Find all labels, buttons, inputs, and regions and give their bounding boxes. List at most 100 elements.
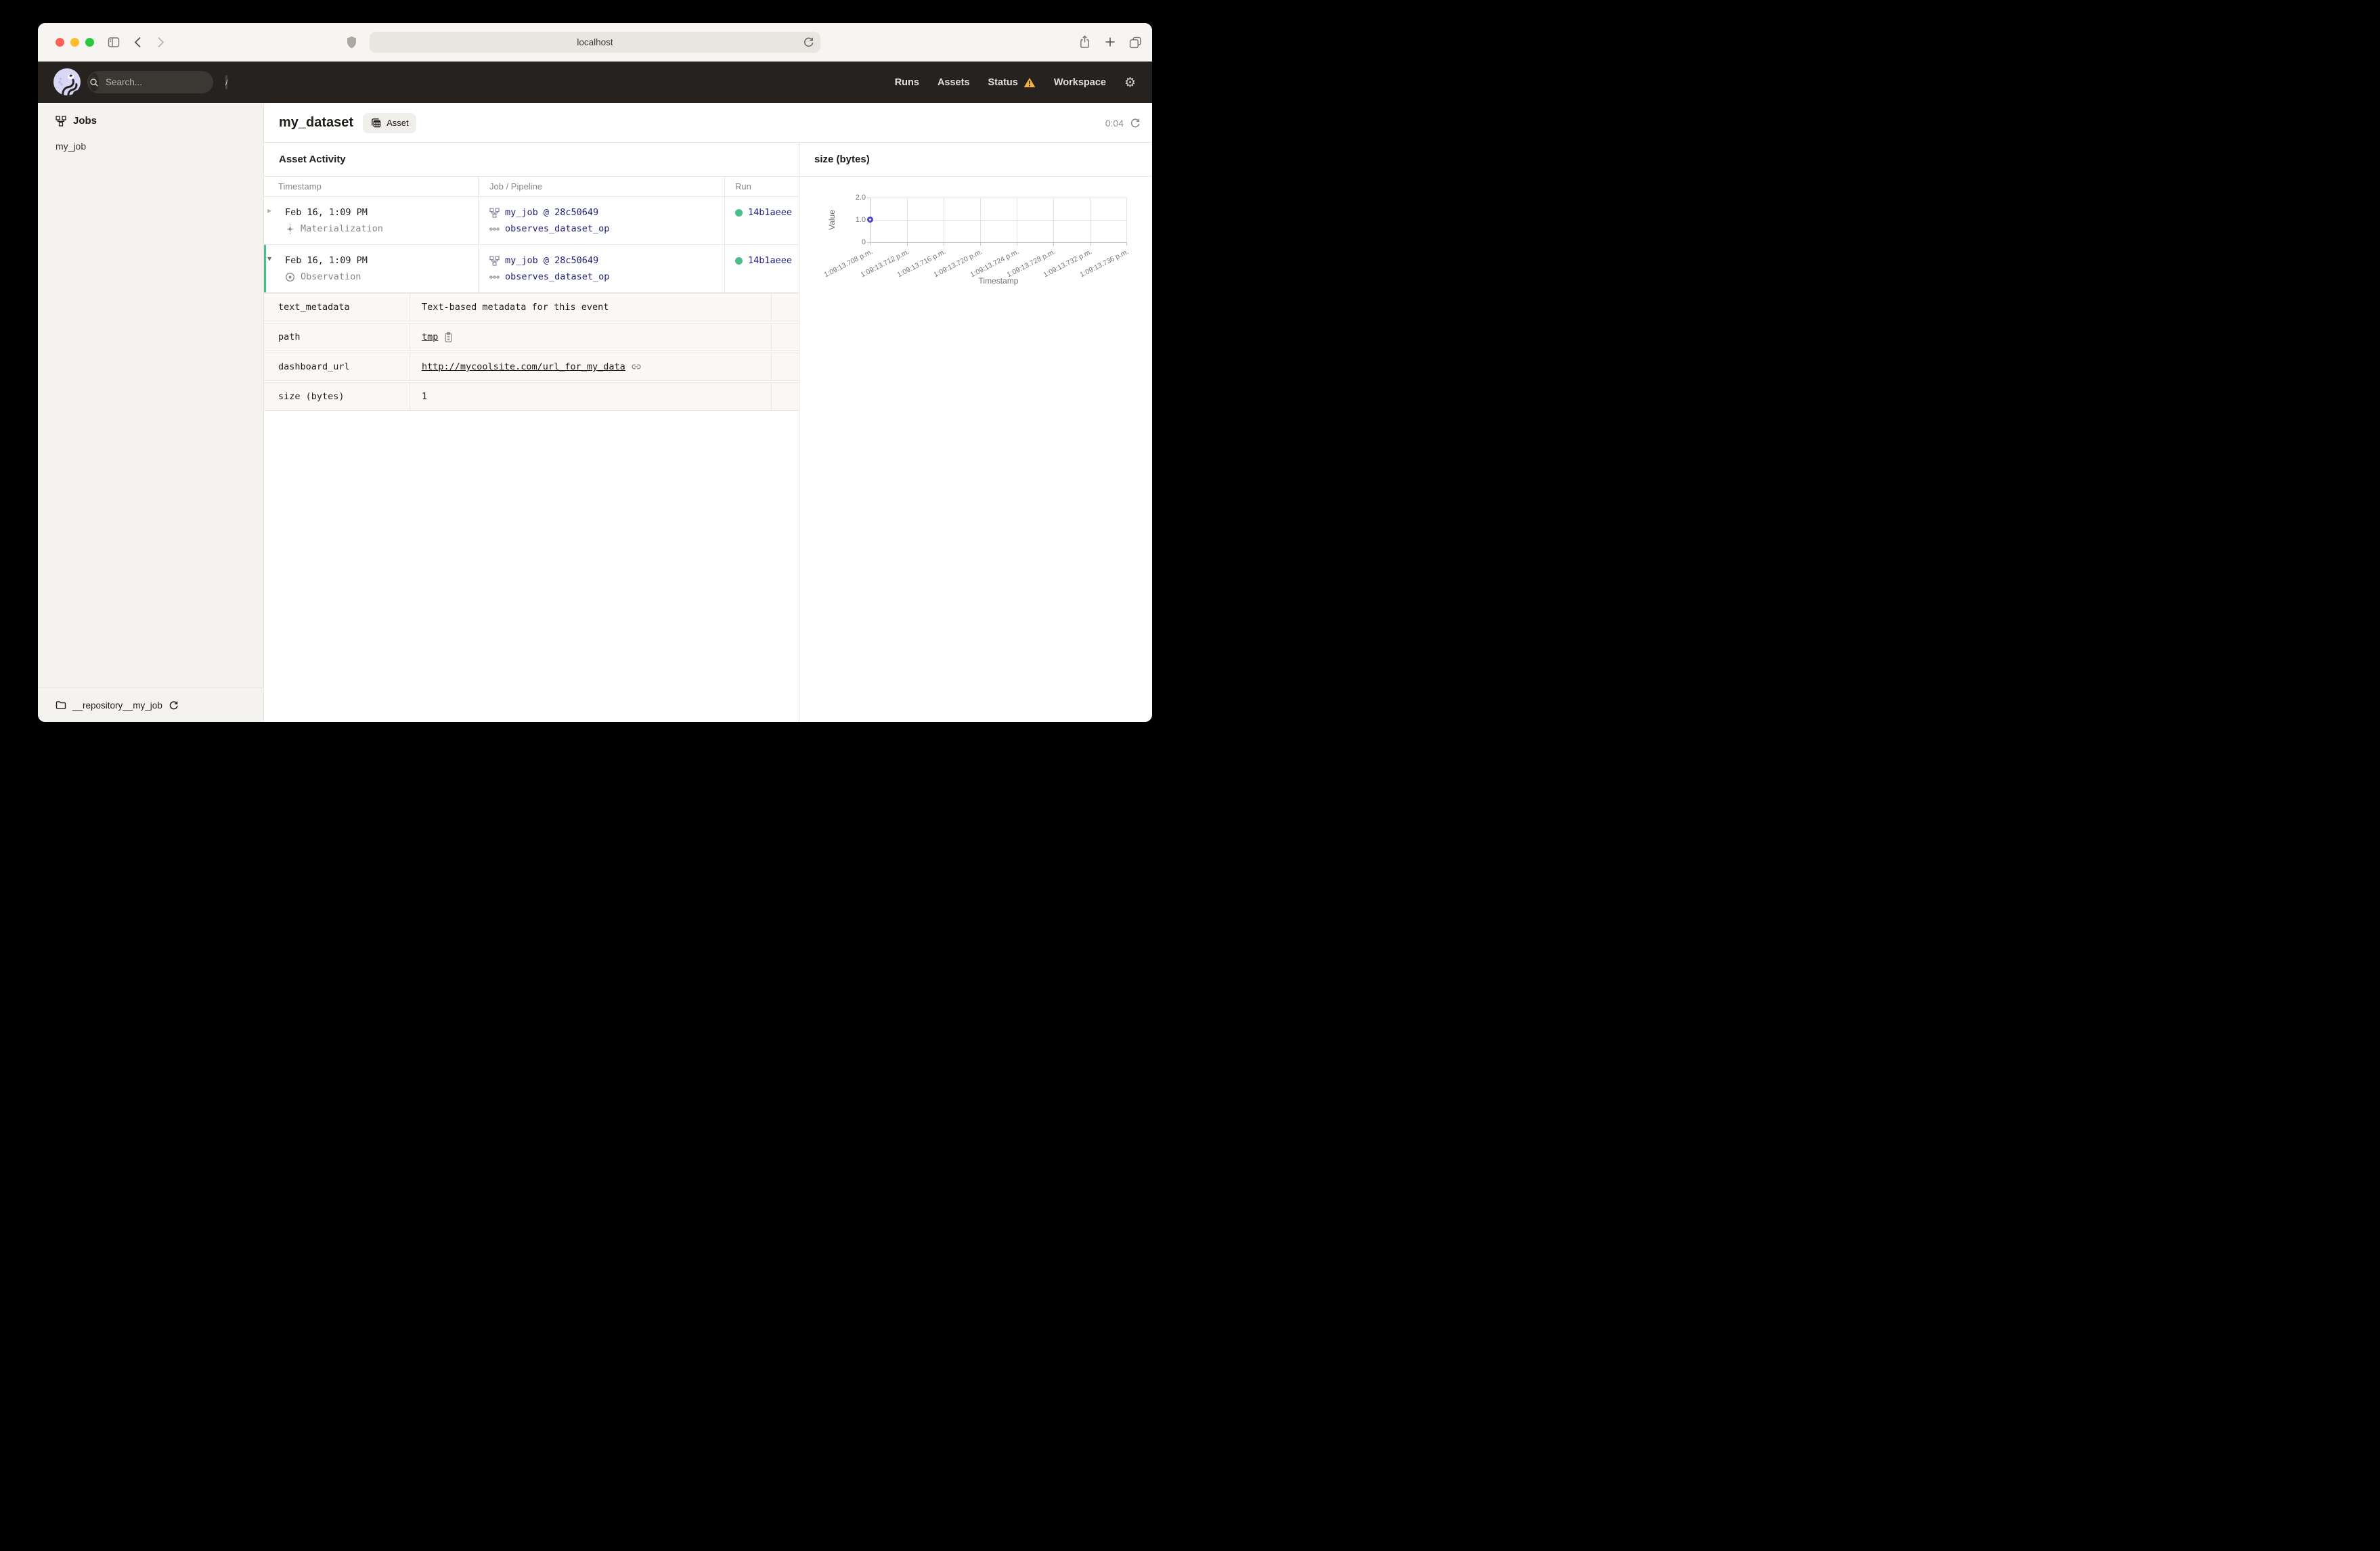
asset-plots-panel: size (bytes) 2.0 1.0 0 Value 1:09:13.708…: [799, 143, 1152, 722]
table-row-observation: ▾ Feb 16, 1:09 PM Observation my_job @ 2…: [264, 245, 799, 293]
dashboard-url-link[interactable]: http://mycoolsite.com/url_for_my_data: [422, 361, 625, 372]
refresh-icon[interactable]: [1130, 118, 1141, 129]
asset-title-row: my_dataset Asset 0:04: [264, 104, 1152, 143]
metadata-key: text_metadata: [264, 294, 410, 321]
op-icon: [489, 227, 500, 231]
browser-toolbar: [38, 23, 1152, 62]
timer-value: 0:04: [1105, 117, 1124, 129]
op-link[interactable]: observes_dataset_op: [505, 271, 609, 282]
y-tick-label: 2.0: [855, 194, 866, 202]
metadata-row: path tmp: [264, 323, 799, 351]
x-axis-line: [871, 242, 1126, 243]
event-timestamp: Feb 16, 1:09 PM: [285, 255, 368, 266]
reload-icon[interactable]: [803, 37, 814, 48]
metadata-key: size (bytes): [264, 383, 410, 410]
main-content: my_dataset Asset 0:04 Asset Activity Tim…: [264, 104, 1152, 722]
settings-gear-icon[interactable]: ⚙: [1124, 75, 1136, 90]
dagster-logo[interactable]: [53, 68, 81, 95]
size-bytes-chart: 2.0 1.0 0 Value 1:09:13.708 p.m. 1:09:13…: [799, 177, 1152, 722]
run-id-link[interactable]: 14b1aeee: [748, 207, 792, 218]
repository-label: __repository__my_job: [72, 700, 162, 711]
nav-workspace[interactable]: Workspace: [1054, 77, 1106, 88]
event-type: Observation: [301, 271, 361, 282]
y-tick-label: 0: [861, 238, 866, 246]
nav-status[interactable]: Status: [988, 77, 1036, 88]
reload-repository-icon[interactable]: [169, 700, 179, 711]
run-status-dot: [735, 256, 743, 265]
job-graph-icon: [489, 255, 500, 266]
metadata-row: text_metadata Text-based metadata for th…: [264, 293, 799, 321]
run-status-dot: [735, 208, 743, 217]
asset-type-badge: Asset: [363, 112, 416, 133]
job-graph-icon: [56, 115, 66, 127]
event-metadata-table: text_metadata Text-based metadata for th…: [264, 293, 799, 411]
metadata-row: size (bytes) 1: [264, 382, 799, 411]
metadata-key: dashboard_url: [264, 353, 410, 380]
observation-eye-icon: [286, 272, 294, 282]
copy-clipboard-icon[interactable]: [443, 332, 454, 343]
op-link[interactable]: observes_dataset_op: [505, 223, 609, 234]
asset-activity-panel: Asset Activity Timestamp Job / Pipeline …: [264, 143, 799, 722]
share-icon[interactable]: [1079, 35, 1090, 49]
event-timestamp: Feb 16, 1:09 PM: [285, 207, 368, 218]
metadata-value: Text-based metadata for this event: [422, 302, 609, 313]
sidebar-section-jobs: Jobs: [56, 115, 97, 127]
materialization-icon: [286, 223, 294, 234]
forward-icon[interactable]: [157, 37, 164, 48]
metadata-key: path: [264, 323, 410, 351]
url-input[interactable]: [527, 37, 663, 47]
chart-title: size (bytes): [799, 143, 1152, 177]
col-timestamp: Timestamp: [264, 177, 479, 196]
search-input[interactable]: [99, 77, 225, 87]
activity-table-header: Timestamp Job / Pipeline Run: [264, 177, 799, 197]
event-type: Materialization: [301, 223, 383, 234]
asset-table-icon: [372, 118, 381, 128]
asset-badge-label: Asset: [387, 118, 409, 128]
repository-footer: __repository__my_job: [38, 688, 263, 722]
external-link-icon: [632, 364, 641, 369]
traffic-lights: [56, 38, 94, 47]
job-graph-icon: [489, 207, 500, 218]
job-link[interactable]: my_job @ 28c50649: [505, 207, 598, 218]
app-header: / Runs Assets Status Workspace ⚙: [38, 62, 1152, 103]
sidebar-item-my-job[interactable]: my_job: [56, 141, 86, 152]
nav-runs[interactable]: Runs: [895, 77, 919, 88]
path-link[interactable]: tmp: [422, 332, 438, 342]
sidebar-section-title: Jobs: [73, 115, 97, 127]
activity-heading: Asset Activity: [264, 143, 799, 177]
tab-overview-icon[interactable]: [1129, 36, 1142, 49]
jobs-sidebar: Jobs my_job __repository__my_job: [38, 104, 264, 722]
table-row-materialization: ▸ Feb 16, 1:09 PM Materialization my_job…: [264, 197, 799, 245]
x-axis-title: Timestamp: [978, 276, 1019, 286]
metadata-value: 1: [422, 391, 428, 402]
op-icon: [489, 275, 500, 279]
sidebar-toggle-icon[interactable]: [108, 37, 120, 48]
expander-icon[interactable]: ▸: [267, 206, 271, 215]
zoom-window-button[interactable]: [85, 38, 94, 47]
data-point: [867, 217, 873, 223]
search-shortcut-badge: /: [225, 75, 228, 89]
metadata-row: dashboard_url http://mycoolsite.com/url_…: [264, 353, 799, 381]
app-nav: Runs Assets Status Workspace ⚙: [895, 62, 1136, 103]
col-job-pipeline: Job / Pipeline: [479, 177, 725, 196]
y-tick-label: 1.0: [855, 216, 866, 224]
y-axis-title: Value: [827, 210, 837, 230]
search-icon: [89, 73, 99, 91]
job-link[interactable]: my_job @ 28c50649: [505, 255, 598, 266]
run-id-link[interactable]: 14b1aeee: [748, 255, 792, 266]
close-window-button[interactable]: [56, 38, 64, 47]
warning-icon: [1023, 77, 1036, 87]
page-title: my_dataset: [279, 115, 354, 130]
back-icon[interactable]: [134, 37, 141, 48]
expander-icon[interactable]: ▾: [267, 254, 271, 263]
col-run: Run: [735, 181, 751, 192]
privacy-shield-icon[interactable]: [347, 36, 357, 49]
browser-window: / Runs Assets Status Workspace ⚙: [38, 23, 1152, 722]
folder-icon: [56, 701, 66, 709]
refresh-timer: 0:04: [1105, 118, 1141, 129]
new-tab-icon[interactable]: [1105, 37, 1116, 47]
minimize-window-button[interactable]: [70, 38, 79, 47]
global-search[interactable]: /: [87, 71, 228, 93]
nav-assets[interactable]: Assets: [938, 77, 970, 88]
address-bar[interactable]: [370, 32, 820, 53]
